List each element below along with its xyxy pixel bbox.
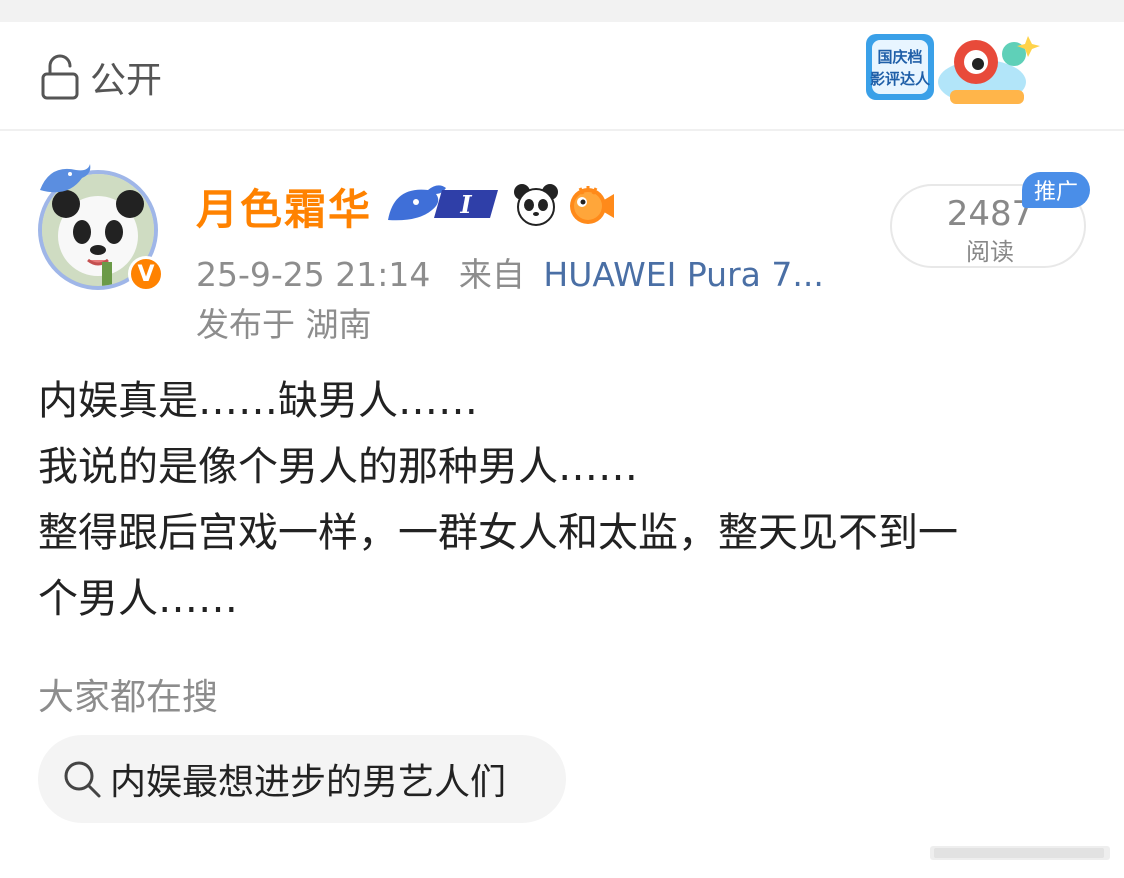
post-location: 发布于 湖南 — [196, 305, 372, 344]
trending-query: 内娱最想进步的男艺人们 — [110, 762, 507, 803]
verified-badge: V — [128, 256, 164, 292]
pufferfish-icon[interactable] — [566, 180, 616, 228]
event-badge-line2: 影评达人 — [870, 70, 931, 88]
post-line: 内娱真是……缺男人…… — [38, 378, 478, 424]
panda-icon[interactable] — [512, 180, 560, 228]
watermark-icon — [930, 846, 1110, 860]
post-line: 整得跟后宫戏一样，一群女人和太监，整天见不到一 — [38, 510, 958, 556]
device-link[interactable]: HUAWEI Pura 7... — [543, 255, 823, 294]
header-divider — [0, 129, 1124, 131]
promote-tag[interactable]: 推广 — [1022, 172, 1090, 208]
search-icon — [64, 761, 101, 798]
post-line: 我说的是像个男人的那种男人…… — [38, 444, 638, 490]
post-meta: 25-9-25 21:14 来自 HUAWEI Pura 7... — [196, 248, 824, 296]
level-badge-text: I — [459, 190, 472, 219]
post-line: 个男人…… — [38, 576, 238, 622]
whale-frame-icon — [40, 164, 91, 193]
trending-title: 大家都在搜 — [38, 677, 219, 718]
top-edge-bar — [0, 0, 1124, 22]
source-label: 来自 — [458, 255, 525, 294]
post-content: 内娱真是……缺男人…… 我说的是像个男人的那种男人…… 整得跟后宫戏一样，一群女… — [38, 368, 1098, 632]
post-datetime: 25-9-25 21:14 — [196, 255, 431, 294]
visibility-indicator: 公开 — [40, 52, 162, 102]
avatar[interactable]: V — [32, 160, 164, 300]
event-badge-line1: 国庆档 — [877, 48, 922, 66]
visibility-label: 公开 — [90, 60, 163, 101]
whale-level-badge[interactable]: I — [386, 182, 502, 226]
event-badge-art[interactable]: 国庆档 影评达人 — [864, 24, 1042, 120]
author-name[interactable]: 月色霜华 — [196, 176, 372, 237]
unlock-icon — [41, 54, 79, 100]
trending-search-chip[interactable]: 内娱最想进步的男艺人们 — [38, 735, 566, 823]
read-label: 阅读 — [966, 238, 1014, 266]
